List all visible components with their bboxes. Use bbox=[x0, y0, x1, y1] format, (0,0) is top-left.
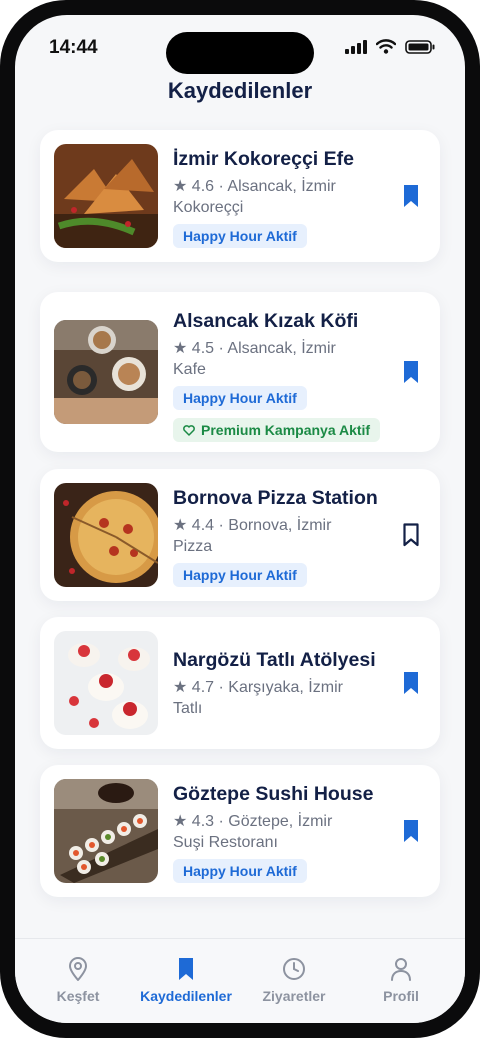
saved-card[interactable]: Nargözü Tatlı Atölyesi ★ 4.7 · Karşıyaka… bbox=[40, 617, 440, 749]
tab-label: Profil bbox=[383, 988, 419, 1004]
location: Alsancak, İzmir bbox=[227, 178, 336, 195]
happy-hour-badge: Happy Hour Aktif bbox=[173, 859, 307, 883]
heart-icon bbox=[183, 424, 195, 436]
saved-card[interactable]: Alsancak Kızak Köfi ★ 4.5 · Alsancak, İz… bbox=[40, 292, 440, 452]
place-name: Nargözü Tatlı Atölyesi bbox=[173, 649, 376, 671]
bookmark-outline-icon[interactable] bbox=[400, 522, 422, 548]
happy-hour-badge: Happy Hour Aktif bbox=[173, 386, 307, 410]
pizza-photo bbox=[54, 483, 158, 587]
clock-icon bbox=[283, 958, 305, 980]
rating: 4.5 bbox=[191, 340, 215, 357]
place-meta: ★ 4.4 · Bornova, İzmir bbox=[173, 517, 332, 534]
place-meta: ★ 4.5 · Alsancak, İzmir bbox=[173, 340, 336, 357]
tab-kaydedilenler[interactable]: Kaydedilenler bbox=[130, 956, 242, 1004]
signal-icon bbox=[345, 39, 367, 54]
bookmark-icon[interactable] bbox=[400, 359, 422, 385]
place-name: Bornova Pizza Station bbox=[173, 487, 378, 509]
card-info: Alsancak Kızak Köfi ★ 4.5 · Alsancak, İz… bbox=[173, 308, 393, 442]
tab-ziyaretler[interactable]: Ziyaretler bbox=[238, 956, 350, 1004]
user-icon bbox=[391, 958, 411, 981]
happy-hour-badge: Happy Hour Aktif bbox=[173, 224, 307, 248]
rating: 4.4 bbox=[191, 517, 215, 534]
screen: 14:44 Kaydedilenler İzmir Kokoreççi Efe … bbox=[15, 15, 465, 1023]
kokorec-food-photo bbox=[54, 144, 158, 248]
card-info: Nargözü Tatlı Atölyesi ★ 4.7 · Karşıyaka… bbox=[173, 647, 393, 719]
bookmark-icon[interactable] bbox=[400, 670, 422, 696]
card-info: İzmir Kokoreççi Efe ★ 4.6 · Alsancak, İz… bbox=[173, 146, 393, 248]
tab-bar: Keşfet Kaydedilenler Ziyaretler Profil bbox=[15, 938, 465, 1023]
saved-card[interactable]: Göztepe Sushi House ★ 4.3 · Göztepe, İzm… bbox=[40, 765, 440, 897]
location: Göztepe, İzmir bbox=[228, 813, 333, 830]
place-meta: ★ 4.6 · Alsancak, İzmir bbox=[173, 178, 336, 195]
dynamic-island bbox=[166, 32, 314, 74]
rating: 4.3 bbox=[191, 813, 215, 830]
card-info: Bornova Pizza Station ★ 4.4 · Bornova, İ… bbox=[173, 485, 393, 587]
battery-icon bbox=[405, 39, 435, 54]
tab-label: Ziyaretler bbox=[262, 988, 326, 1004]
location: Alsancak, İzmir bbox=[227, 340, 336, 357]
map-pin-icon bbox=[69, 957, 87, 981]
card-info: Göztepe Sushi House ★ 4.3 · Göztepe, İzm… bbox=[173, 781, 393, 883]
tab-profil[interactable]: Profil bbox=[345, 956, 457, 1004]
phone-frame: 14:44 Kaydedilenler İzmir Kokoreççi Efe … bbox=[0, 0, 480, 1038]
rating: 4.7 bbox=[191, 679, 215, 696]
tab-label: Kaydedilenler bbox=[140, 988, 232, 1004]
place-meta: ★ 4.7 · Karşıyaka, İzmir bbox=[173, 679, 343, 696]
place-category: Kokoreççi bbox=[173, 199, 244, 216]
location: Bornova, İzmir bbox=[228, 517, 332, 534]
sushi-photo bbox=[54, 779, 158, 883]
wifi-icon bbox=[376, 39, 396, 54]
premium-campaign-badge: Premium Kampanya Aktif bbox=[173, 418, 381, 442]
status-icons bbox=[345, 39, 435, 54]
dessert-cups-photo bbox=[54, 631, 158, 735]
place-category: Pizza bbox=[173, 538, 213, 555]
place-category: Suşi Restoranı bbox=[173, 834, 278, 851]
rating: 4.6 bbox=[191, 178, 215, 195]
bookmark-icon bbox=[179, 958, 193, 980]
saved-card[interactable]: İzmir Kokoreççi Efe ★ 4.6 · Alsancak, İz… bbox=[40, 130, 440, 262]
saved-card[interactable]: Bornova Pizza Station ★ 4.4 · Bornova, İ… bbox=[40, 469, 440, 601]
place-meta: ★ 4.3 · Göztepe, İzmir bbox=[173, 813, 333, 830]
tab-kesfet[interactable]: Keşfet bbox=[22, 956, 134, 1004]
page-title: Kaydedilenler bbox=[167, 78, 313, 103]
status-time: 14:44 bbox=[49, 37, 98, 58]
place-category: Tatlı bbox=[173, 700, 203, 717]
place-name: Alsancak Kızak Köfi bbox=[173, 310, 359, 332]
bookmark-icon[interactable] bbox=[400, 183, 422, 209]
coffee-cups-photo bbox=[54, 320, 158, 424]
location: Karşıyaka, İzmir bbox=[228, 679, 343, 696]
tab-label: Keşfet bbox=[56, 988, 100, 1004]
place-name: Göztepe Sushi House bbox=[173, 783, 374, 805]
bookmark-icon[interactable] bbox=[400, 818, 422, 844]
place-category: Kafe bbox=[173, 361, 206, 378]
premium-label: Premium Kampanya Aktif bbox=[201, 422, 371, 438]
happy-hour-badge: Happy Hour Aktif bbox=[173, 563, 307, 587]
place-name: İzmir Kokoreççi Efe bbox=[173, 148, 354, 170]
